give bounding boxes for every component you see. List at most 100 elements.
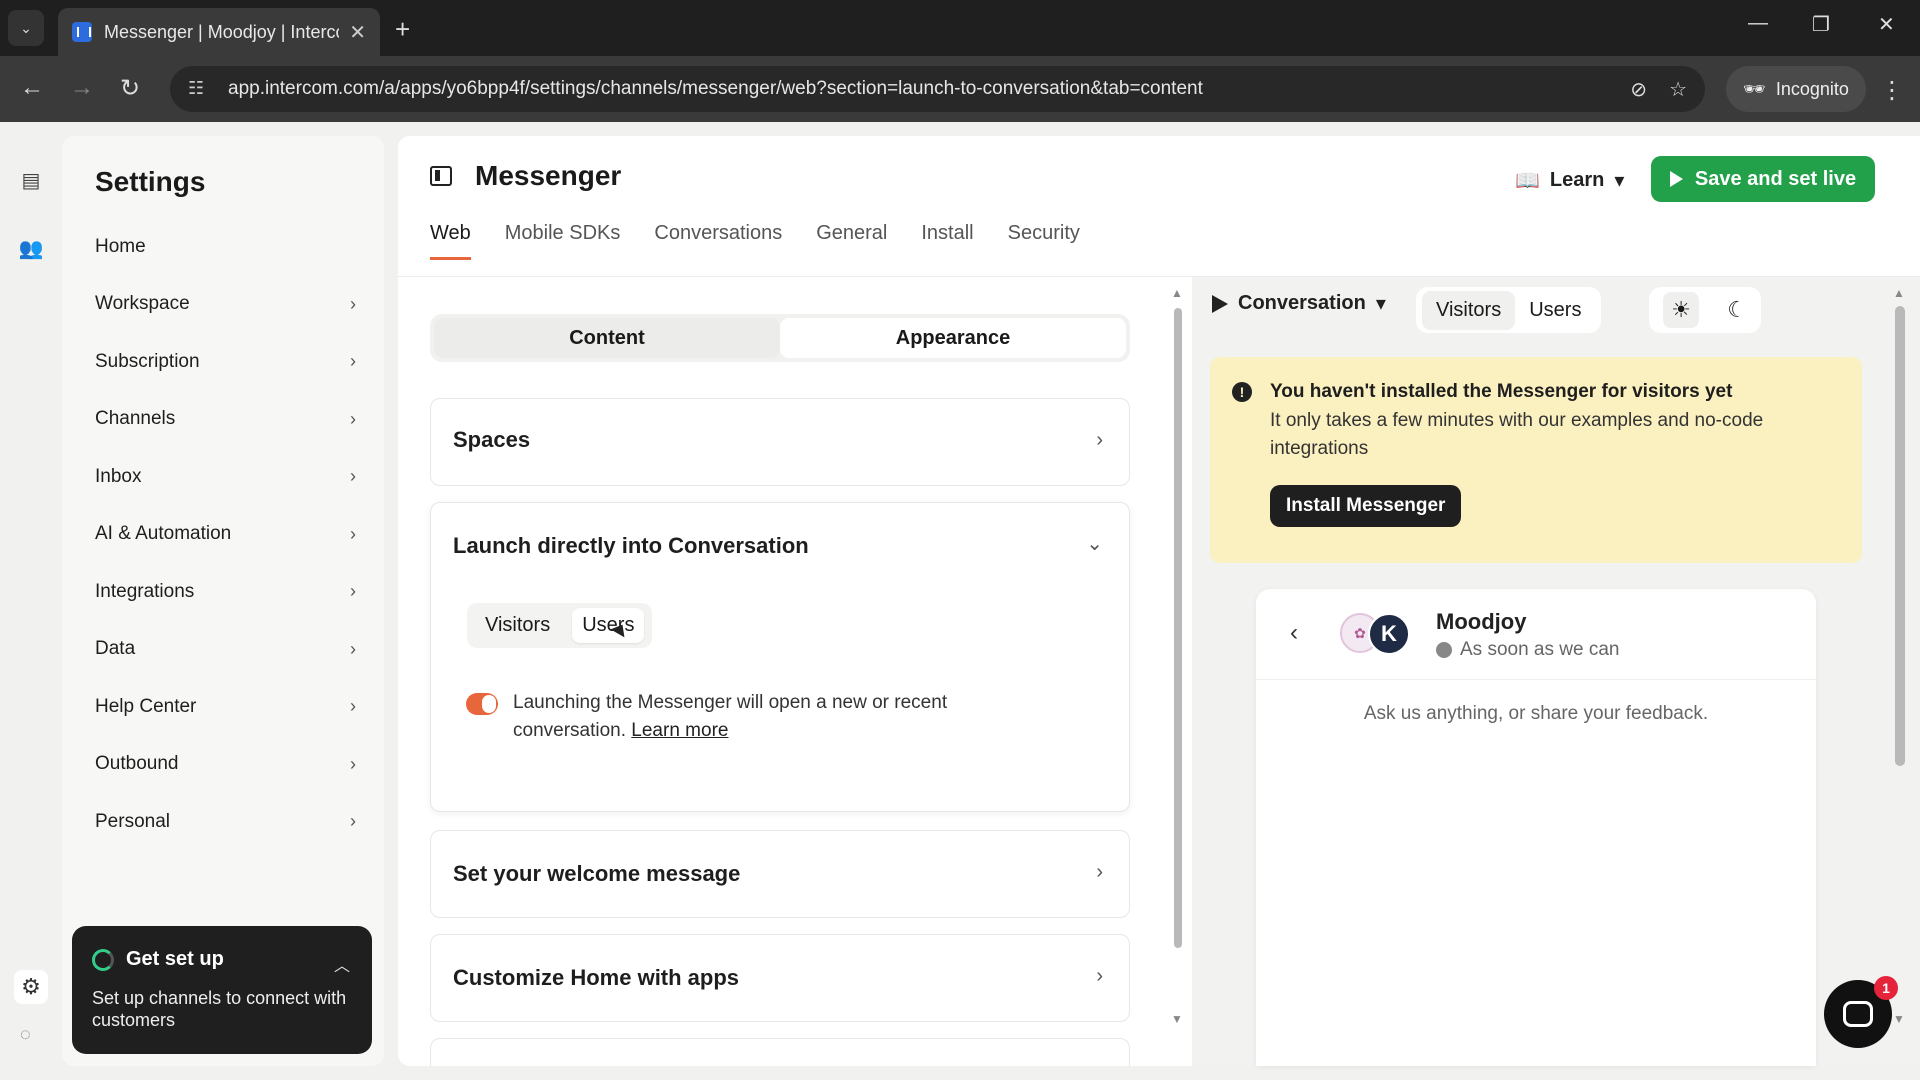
- sidebar-item-subscription[interactable]: Subscription ›: [82, 333, 372, 391]
- sidebar-item-integrations[interactable]: Integrations ›: [82, 563, 372, 621]
- audience-visitors[interactable]: Visitors: [475, 608, 560, 643]
- window-close-icon[interactable]: ✕: [1878, 12, 1895, 37]
- tab-search-dropdown[interactable]: ⌄: [8, 10, 44, 46]
- chevron-right-icon: ›: [1096, 861, 1103, 883]
- sidebar-item-ai-automation[interactable]: AI & Automation ›: [82, 506, 372, 564]
- preview-mode-dropdown[interactable]: Conversation ▾: [1212, 291, 1386, 316]
- sidebar-item-home[interactable]: Home: [82, 218, 372, 276]
- tab-install[interactable]: Install: [921, 222, 973, 260]
- profile-avatar-icon[interactable]: ◌: [20, 1024, 31, 1045]
- caret-down-icon: ▾: [1614, 169, 1625, 192]
- sidebar-item-label: Channels: [95, 408, 176, 430]
- messenger-team-name: Moodjoy: [1436, 609, 1527, 634]
- settings-sidebar: Settings Home Workspace › Subscription › Chan…: [62, 136, 384, 1066]
- tab-web[interactable]: Web: [430, 222, 471, 260]
- settings-nav: Home Workspace › Subscription › Channels › Inbo…: [82, 218, 372, 851]
- scroll-up-icon[interactable]: ▲: [1171, 286, 1183, 300]
- chevron-down-icon[interactable]: ⌄: [1086, 531, 1103, 556]
- messenger-settings-main: Messenger 📖 Learn ▾ Save and set live We…: [398, 136, 1920, 1066]
- warning-description: It only takes a few minutes with our exa…: [1270, 410, 1764, 459]
- tab-content[interactable]: Content: [434, 318, 780, 358]
- page-title: Messenger: [475, 160, 622, 191]
- toggle-sidebar-icon[interactable]: [430, 166, 452, 186]
- settings-gear-icon[interactable]: ⚙: [14, 970, 48, 1004]
- browser-tab-messenger[interactable]: Messenger | Moodjoy | Intercom ✕: [58, 8, 380, 56]
- tab-close-icon[interactable]: ✕: [349, 20, 366, 45]
- preview-scrollbar[interactable]: ▲ ▼: [1893, 286, 1905, 1026]
- save-and-set-live-button[interactable]: Save and set live: [1651, 156, 1875, 202]
- preview-visitors[interactable]: Visitors: [1422, 290, 1516, 330]
- chat-bubble-icon: [1843, 1001, 1873, 1027]
- sidebar-item-outbound[interactable]: Outbound ›: [82, 736, 372, 794]
- welcome-message-section[interactable]: Set your welcome message ›: [430, 830, 1130, 918]
- sidebar-item-workspace[interactable]: Workspace ›: [82, 276, 372, 334]
- new-tab-icon[interactable]: +: [395, 14, 410, 45]
- launch-conversation-section: Launch directly into Conversation ⌄ Visi…: [430, 502, 1130, 812]
- install-messenger-button[interactable]: Install Messenger: [1270, 485, 1462, 527]
- intercom-favicon-icon: [72, 22, 92, 42]
- response-time-text: As soon as we can: [1460, 639, 1620, 660]
- chevron-left-icon[interactable]: ‹: [1290, 619, 1298, 647]
- reload-icon[interactable]: ↻: [120, 74, 140, 103]
- learn-more-link[interactable]: Learn more: [631, 720, 728, 741]
- incognito-badge[interactable]: 🕶 Incognito: [1726, 66, 1866, 112]
- site-settings-icon[interactable]: ☷: [188, 78, 210, 100]
- contacts-icon[interactable]: 👥: [18, 236, 44, 262]
- welcome-title: Set your welcome message: [453, 861, 741, 886]
- get-set-up-card[interactable]: Get set up ︿ Set up channels to connect …: [72, 926, 372, 1054]
- scroll-thumb[interactable]: [1174, 308, 1182, 948]
- play-icon: [1669, 171, 1683, 187]
- chevron-right-icon: ›: [350, 523, 356, 544]
- sidebar-item-inbox[interactable]: Inbox ›: [82, 448, 372, 506]
- unread-badge: 1: [1874, 976, 1898, 1000]
- customize-home-section[interactable]: Customize Home with apps ›: [430, 934, 1130, 1022]
- sidebar-item-help-center[interactable]: Help Center ›: [82, 678, 372, 736]
- bookmark-star-icon[interactable]: ☆: [1669, 77, 1687, 102]
- scroll-down-icon[interactable]: ▼: [1171, 1012, 1183, 1026]
- forward-icon[interactable]: →: [70, 74, 94, 102]
- tab-security[interactable]: Security: [1008, 222, 1080, 260]
- tab-appearance[interactable]: Appearance: [780, 318, 1126, 358]
- spaces-section[interactable]: Spaces ›: [430, 398, 1130, 486]
- minimize-icon[interactable]: —: [1748, 12, 1768, 35]
- moon-icon[interactable]: ☾: [1727, 297, 1747, 323]
- chevron-right-icon: ›: [350, 696, 356, 717]
- back-icon[interactable]: ←: [20, 74, 44, 102]
- sidebar-item-data[interactable]: Data ›: [82, 621, 372, 679]
- scroll-thumb[interactable]: [1895, 306, 1905, 766]
- preview-users[interactable]: Users: [1515, 291, 1595, 330]
- sidebar-item-label: Home: [95, 235, 146, 257]
- audience-users[interactable]: Users: [572, 608, 645, 643]
- address-bar[interactable]: ☷ app.intercom.com/a/apps/yo6bpp4f/setti…: [170, 66, 1705, 112]
- learn-button[interactable]: 📖 Learn ▾: [1501, 160, 1638, 200]
- inbox-icon[interactable]: ▤: [18, 168, 44, 194]
- save-label: Save and set live: [1694, 167, 1857, 190]
- chevron-up-icon[interactable]: ︿: [334, 952, 350, 976]
- messenger-launcher-button[interactable]: 1: [1824, 976, 1898, 1048]
- get-set-up-subtitle: Set up channels to connect with customer…: [92, 988, 347, 1030]
- chevron-right-icon: ›: [350, 753, 356, 774]
- chevron-right-icon: ›: [350, 466, 356, 487]
- restore-icon[interactable]: ❐: [1812, 12, 1830, 37]
- preview-audience-toggle: Visitors Users: [1416, 287, 1602, 333]
- install-warning-banner: ! You haven't installed the Messenger fo…: [1210, 357, 1862, 563]
- sidebar-item-label: Personal: [95, 810, 170, 832]
- clock-icon: [1436, 642, 1452, 658]
- launch-toggle-description: Launching the Messenger will open a new …: [513, 689, 1033, 745]
- scroll-up-icon[interactable]: ▲: [1893, 286, 1905, 300]
- chevron-right-icon: ›: [350, 408, 356, 429]
- sidebar-item-personal[interactable]: Personal ›: [82, 793, 372, 851]
- tracking-protection-eye-icon[interactable]: ⊘: [1630, 77, 1647, 102]
- tab-mobile-sdks[interactable]: Mobile SDKs: [505, 222, 621, 260]
- sun-icon[interactable]: ☀: [1663, 292, 1700, 328]
- tab-general[interactable]: General: [816, 222, 887, 260]
- tab-conversations[interactable]: Conversations: [654, 222, 782, 260]
- messenger-widget-preview: ‹ ✿ K Moodjoy As soon as we can Ask us a…: [1256, 589, 1816, 1066]
- browser-menu-icon[interactable]: ⋮: [1880, 76, 1904, 105]
- settings-scrollbar[interactable]: ▲ ▼: [1171, 286, 1183, 1026]
- caret-down-icon: ▾: [1375, 293, 1386, 315]
- scroll-down-icon[interactable]: ▼: [1893, 1012, 1905, 1026]
- sidebar-item-channels[interactable]: Channels ›: [82, 391, 372, 449]
- launch-toggle-switch[interactable]: [466, 693, 498, 715]
- messenger-preview: Conversation ▾ Visitors Users ☀ ☾ ! You …: [1192, 277, 1920, 1066]
